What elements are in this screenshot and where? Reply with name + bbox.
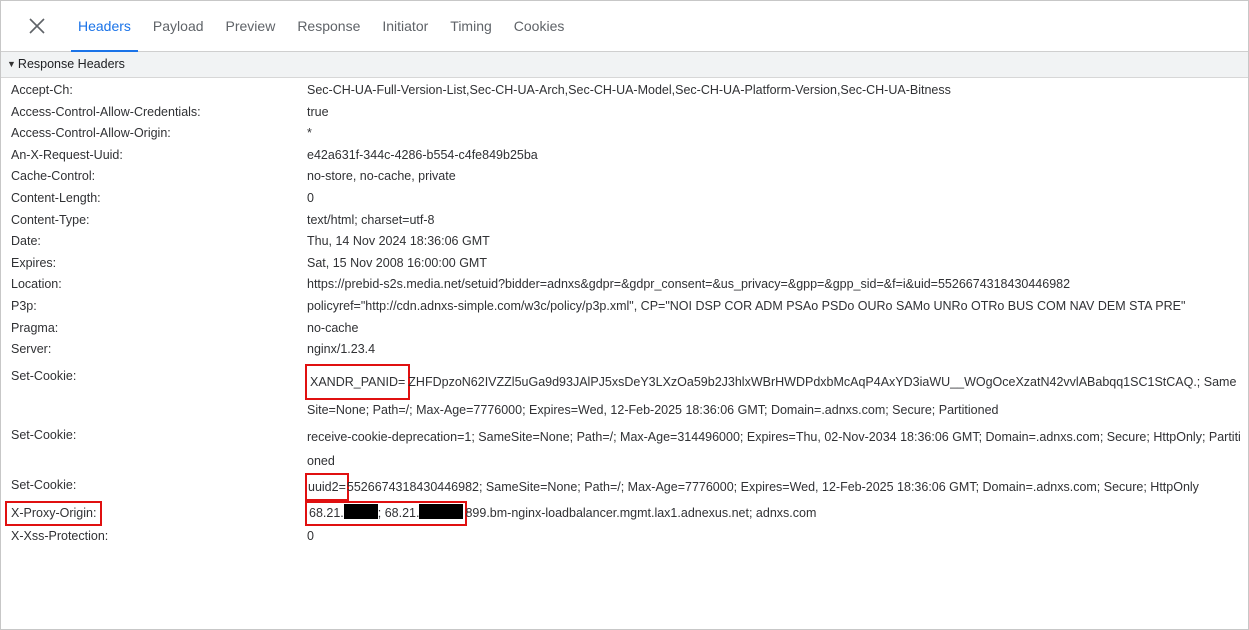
close-icon — [29, 18, 45, 34]
proxy-origin-suffix: 899.bm-nginx-loadbalancer.mgmt.lax1.adne… — [465, 505, 817, 520]
header-row: Content-Length: 0 — [1, 188, 1248, 210]
header-row: Server: nginx/1.23.4 — [1, 339, 1248, 361]
header-name: Location: — [11, 277, 62, 292]
header-name: X-Proxy-Origin: — [11, 505, 97, 520]
highlight-box-proxy-name: X-Proxy-Origin: — [4, 500, 103, 527]
header-row: An-X-Request-Uuid: e42a631f-344c-4286-b5… — [1, 145, 1248, 167]
header-row: Date: Thu, 14 Nov 2024 18:36:06 GMT — [1, 231, 1248, 253]
header-row: Pragma: no-cache — [1, 318, 1248, 340]
header-name: Pragma: — [11, 320, 59, 335]
header-value[interactable]: Thu, 14 Nov 2024 18:36:06 GMT — [307, 231, 1248, 253]
header-name: Set-Cookie: — [11, 368, 77, 383]
header-row: Cache-Control: no-store, no-cache, priva… — [1, 166, 1248, 188]
triangle-down-icon: ▼ — [7, 59, 16, 69]
tab-payload[interactable]: Payload — [142, 1, 215, 51]
header-name: Set-Cookie: — [11, 427, 77, 442]
redaction-block — [343, 503, 378, 519]
header-value[interactable]: Sat, 15 Nov 2008 16:00:00 GMT — [307, 253, 1248, 275]
header-row-set-cookie-uuid2: Set-Cookie: uuid2=5526674318430446982; S… — [1, 472, 1248, 501]
header-value[interactable]: policyref="http://cdn.adnxs-simple.com/w… — [307, 296, 1248, 318]
header-value[interactable]: text/html; charset=utf-8 — [307, 210, 1248, 232]
header-value[interactable]: e42a631f-344c-4286-b554-c4fe849b25ba — [307, 145, 1248, 167]
header-name: Access-Control-Allow-Credentials: — [11, 104, 201, 119]
header-value[interactable]: * — [307, 123, 1248, 145]
header-value[interactable]: 0 — [307, 188, 1248, 210]
header-value[interactable]: true — [307, 102, 1248, 124]
header-value[interactable]: 68.21. ; 68.21. 899.bm-nginx-loadbalancer.… — [304, 500, 1248, 527]
header-value[interactable]: no-cache — [307, 318, 1248, 340]
header-name: P3p: — [11, 298, 37, 313]
header-name: Set-Cookie: — [11, 477, 77, 492]
header-value[interactable]: no-store, no-cache, private — [307, 166, 1248, 188]
header-value[interactable]: receive-cookie-deprecation=1; SameSite=N… — [307, 425, 1248, 473]
tab-response[interactable]: Response — [286, 1, 371, 51]
header-row-set-cookie-panid: Set-Cookie: XANDR_PANID= ZHFDpzoN62IVZZl5… — [1, 361, 1248, 422]
cookie-value-rest: ZHFDpzoN62IVZZl5uGa9d93JAlPJ5xsDeY3LXzOa… — [307, 374, 1237, 417]
header-row: P3p: policyref="http://cdn.adnxs-simple.… — [1, 296, 1248, 318]
header-name: An-X-Request-Uuid: — [11, 147, 123, 162]
header-row: X-Xss-Protection: 0 — [1, 524, 1248, 548]
cookie-value-rest: 5526674318430446982; SameSite=None; Path… — [346, 479, 1199, 494]
header-value[interactable]: XANDR_PANID= ZHFDpzoN62IVZZl5uGa9d93JAlPJ… — [304, 363, 1248, 422]
tab-initiator[interactable]: Initiator — [371, 1, 439, 51]
redaction-block — [419, 503, 464, 519]
header-value[interactable]: uuid2=5526674318430446982; SameSite=None… — [305, 472, 1248, 501]
header-row-proxy-origin: X-Proxy-Origin: 68.21. ; 68.21. 899.bm-ngi… — [1, 499, 1248, 527]
header-name: Cache-Control: — [11, 169, 96, 184]
header-value[interactable]: 0 — [307, 526, 1248, 548]
headers-list: Accept-Ch: Sec-CH-UA-Full-Version-List,S… — [1, 78, 1248, 548]
devtools-network-panel: Headers Payload Preview Response Initiat… — [0, 0, 1249, 630]
section-title: Response Headers — [17, 57, 125, 71]
header-name: X-Xss-Protection: — [11, 529, 109, 544]
header-row: Set-Cookie: receive-cookie-deprecation=1… — [1, 422, 1248, 473]
tab-timing[interactable]: Timing — [439, 1, 503, 51]
close-button[interactable] — [15, 4, 59, 48]
header-name: Access-Control-Allow-Origin: — [11, 126, 171, 141]
header-value[interactable]: https://prebid-s2s.media.net/setuid?bidd… — [307, 274, 1248, 296]
response-headers-toggle[interactable]: ▼ Response Headers — [1, 52, 1248, 78]
header-row: Location: https://prebid-s2s.media.net/s… — [1, 274, 1248, 296]
highlight-box-uuid2: uuid2= — [305, 472, 349, 501]
highlight-box-panid: XANDR_PANID= — [304, 363, 411, 400]
header-name: Accept-Ch: — [11, 83, 73, 97]
tab-preview[interactable]: Preview — [215, 1, 287, 51]
header-name: Expires: — [11, 255, 57, 270]
header-row: Access-Control-Allow-Origin: * — [1, 123, 1248, 145]
header-row: Access-Control-Allow-Credentials: true — [1, 102, 1248, 124]
header-value[interactable]: nginx/1.23.4 — [307, 339, 1248, 361]
header-value[interactable]: Sec-CH-UA-Full-Version-List,Sec-CH-UA-Ar… — [307, 80, 1248, 102]
proxy-ip-separator: ; 68.21. — [377, 505, 420, 520]
highlight-box-proxy-ips: 68.21. ; 68.21. — [304, 500, 468, 527]
tab-cookies[interactable]: Cookies — [503, 1, 576, 51]
header-row: Expires: Sat, 15 Nov 2008 16:00:00 GMT — [1, 253, 1248, 275]
header-name: Server: — [11, 342, 52, 357]
tab-bar: Headers Payload Preview Response Initiat… — [1, 1, 1248, 52]
header-name: Content-Length: — [11, 190, 101, 205]
header-row: Accept-Ch: Sec-CH-UA-Full-Version-List,S… — [1, 80, 1248, 102]
header-name: Content-Type: — [11, 212, 90, 227]
proxy-ip-prefix: 68.21. — [309, 505, 344, 520]
header-name: Date: — [11, 234, 41, 249]
tab-headers[interactable]: Headers — [67, 1, 142, 52]
header-name-cell: X-Proxy-Origin: — [1, 500, 307, 527]
header-row: Content-Type: text/html; charset=utf-8 — [1, 210, 1248, 232]
